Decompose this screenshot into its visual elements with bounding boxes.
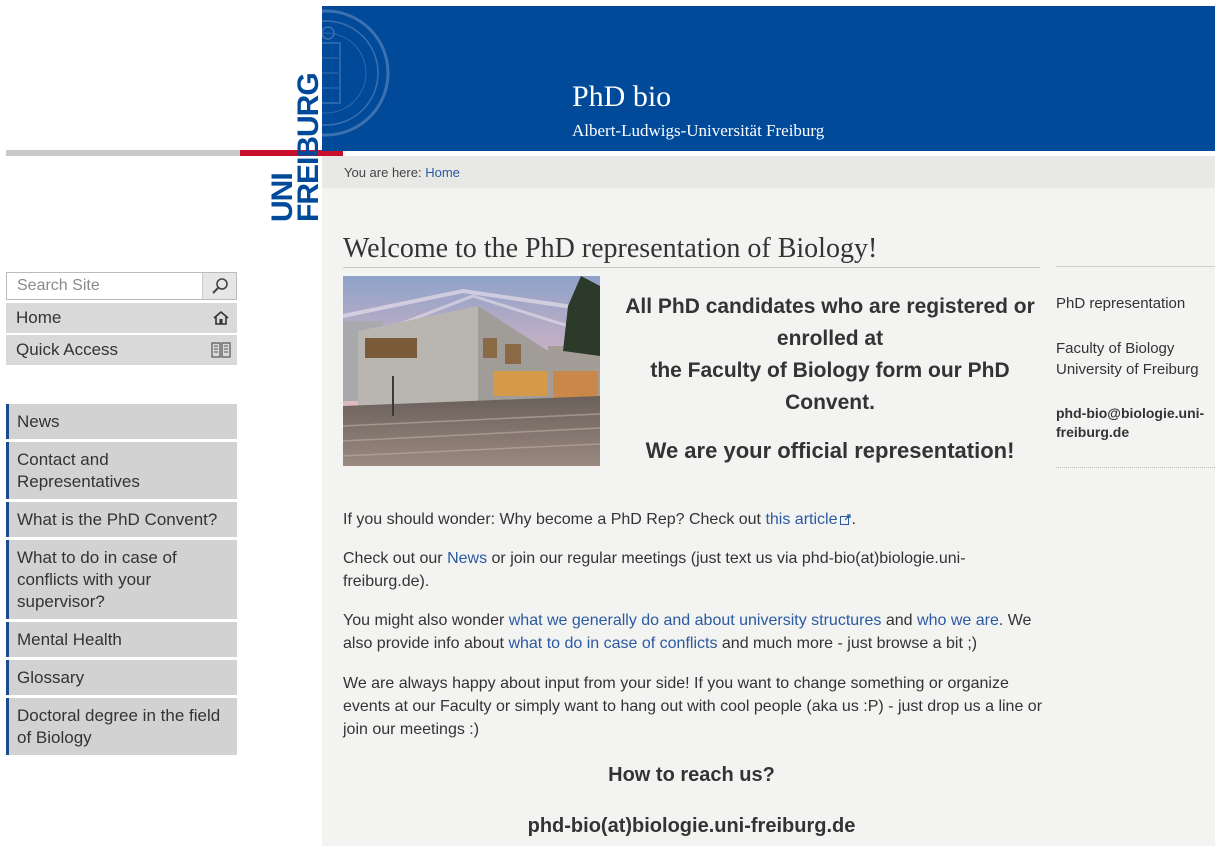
p1-end: . bbox=[851, 511, 856, 528]
p3-text-d: and much more - just browse a bit ;) bbox=[721, 635, 978, 652]
portlet-email[interactable]: phd-bio@biologie.uni-freiburg.de bbox=[1056, 404, 1215, 442]
news-link[interactable]: News bbox=[447, 550, 487, 567]
intro-line-2: the Faculty of Biology form our PhD Conv… bbox=[650, 359, 1010, 414]
search-icon bbox=[211, 278, 228, 294]
portlet-title: PhD representation bbox=[1056, 295, 1186, 312]
quick-access-label: Quick Access bbox=[16, 340, 119, 359]
who-we-are-link[interactable]: who we are bbox=[917, 612, 999, 629]
section-navigation: News Contact and Representatives What is… bbox=[6, 404, 237, 758]
nav-item-phd-convent[interactable]: What is the PhD Convent? bbox=[6, 502, 237, 537]
intro-statement: All PhD candidates who are registered or… bbox=[620, 291, 1040, 467]
p3-text-b: and bbox=[885, 612, 913, 629]
site-subtitle: Albert-Ludwigs-Universität Freiburg bbox=[572, 121, 825, 140]
p2-text-a: Check out our bbox=[343, 550, 443, 567]
faculty-building-image bbox=[343, 276, 600, 466]
external-link-icon bbox=[840, 514, 852, 525]
search-input[interactable] bbox=[7, 273, 203, 299]
p1-text: If you should wonder: Why become a PhD R… bbox=[343, 511, 761, 528]
reach-us-email: phd-bio(at)biologie.uni-freiburg.de bbox=[527, 815, 856, 837]
svg-text:FREIBURG: FREIBURG bbox=[292, 73, 320, 222]
home-label: Home bbox=[16, 308, 62, 327]
this-article-link[interactable]: this article bbox=[765, 511, 837, 528]
nav-item-doctoral-degree[interactable]: Doctoral degree in the field of Biology bbox=[6, 698, 237, 755]
title-divider bbox=[343, 267, 1040, 268]
home-icon bbox=[211, 309, 231, 327]
search-button[interactable] bbox=[202, 273, 236, 299]
sitemap-icon bbox=[211, 341, 231, 359]
nav-item-mental-health[interactable]: Mental Health bbox=[6, 622, 237, 657]
reach-us-heading: How to reach us? bbox=[608, 764, 775, 786]
university-seal-icon bbox=[322, 6, 394, 151]
paragraph-why-rep: If you should wonder: Why become a PhD R… bbox=[343, 508, 1043, 531]
site-title[interactable]: PhD bio bbox=[572, 80, 671, 114]
breadcrumb-prefix: You are here: bbox=[344, 165, 422, 180]
conflicts-link[interactable]: what to do in case of conflicts bbox=[508, 635, 717, 652]
paragraph-news: Check out our News or join our regular m… bbox=[343, 547, 1043, 593]
header-banner: PhD bio Albert-Ludwigs-Universität Freib… bbox=[322, 6, 1215, 151]
intro-line-1: All PhD candidates who are registered or… bbox=[625, 295, 1035, 350]
portlet-address: Faculty of Biology University of Freibur… bbox=[1056, 340, 1199, 378]
breadcrumb: You are here: Home bbox=[322, 156, 1215, 188]
search-form bbox=[6, 272, 237, 300]
p3-text-a: You might also wonder bbox=[343, 612, 505, 629]
nav-item-contact[interactable]: Contact and Representatives bbox=[6, 442, 237, 499]
contact-portlet: PhD representation Faculty of Biology Un… bbox=[1056, 266, 1215, 468]
nav-item-news[interactable]: News bbox=[6, 404, 237, 439]
intro-line-3: We are your official representation! bbox=[645, 438, 1015, 463]
structures-link[interactable]: what we generally do and about universit… bbox=[509, 612, 882, 629]
nav-item-conflicts[interactable]: What to do in case of conflicts with you… bbox=[6, 540, 237, 619]
page-title: Welcome to the PhD representation of Bio… bbox=[343, 233, 878, 264]
quick-access-link[interactable]: Quick Access bbox=[6, 335, 237, 365]
home-link[interactable]: Home bbox=[6, 303, 237, 333]
nav-item-glossary[interactable]: Glossary bbox=[6, 660, 237, 695]
uni-freiburg-logo[interactable]: UNI FREIBURG bbox=[266, 46, 325, 222]
breadcrumb-home-link[interactable]: Home bbox=[425, 165, 460, 180]
paragraph-input: We are always happy about input from you… bbox=[343, 675, 1043, 738]
paragraph-structures: You might also wonder what we generally … bbox=[343, 609, 1043, 655]
header-gray-line bbox=[6, 150, 244, 156]
